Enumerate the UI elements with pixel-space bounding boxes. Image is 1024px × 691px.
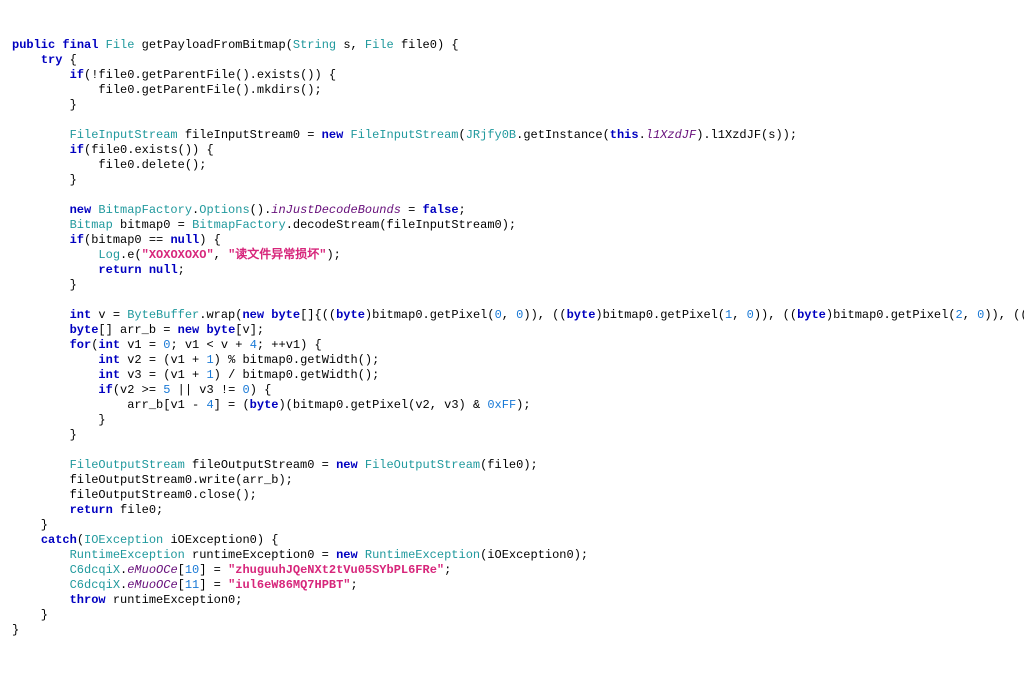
- type-string: String: [293, 38, 336, 52]
- param-file0: file0: [401, 38, 437, 52]
- kw-final: final: [62, 38, 98, 52]
- type-file: File: [106, 38, 135, 52]
- kw-new: new: [322, 128, 344, 142]
- kw-public: public: [12, 38, 55, 52]
- kw-try: try: [41, 53, 63, 67]
- type-file2: File: [365, 38, 394, 52]
- type-fis: FileInputStream: [70, 128, 178, 142]
- str-cn: "读文件异常损坏": [228, 248, 326, 262]
- code-block: public final File getPayloadFromBitmap(S…: [12, 38, 1012, 638]
- method-name: getPayloadFromBitmap: [142, 38, 286, 52]
- kw-if: if: [70, 68, 84, 82]
- str-xoxo: "XOXOXOXO": [142, 248, 214, 262]
- str-iul: "iul6eW86MQ7HPBT": [228, 578, 350, 592]
- str-zh: "zhuguuhJQeNXt2tVu05SYbPL6FRe": [228, 563, 444, 577]
- param-s: s: [343, 38, 350, 52]
